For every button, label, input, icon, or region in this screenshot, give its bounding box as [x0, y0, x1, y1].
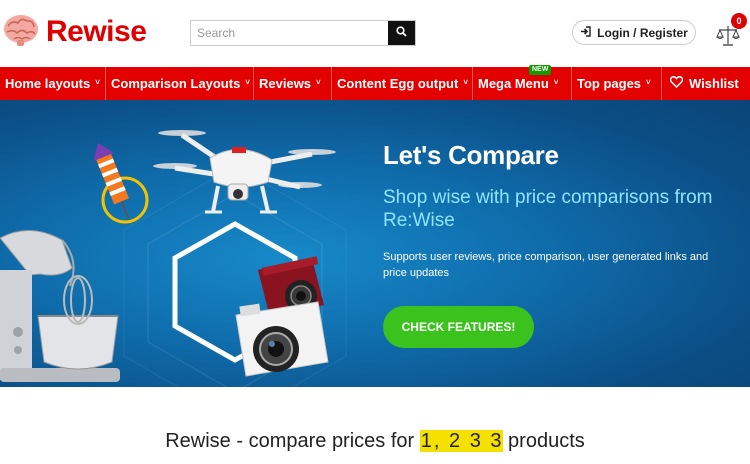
rocket-icon [93, 142, 149, 224]
white-camera-icon [235, 301, 329, 377]
count-digit [440, 430, 448, 452]
count-digit: 3 [489, 430, 503, 452]
count-digit: 3 [468, 430, 482, 452]
chevron-down-icon: ˅ [553, 77, 559, 87]
nav-item-label: Top pages [577, 76, 642, 91]
chevron-down-icon: ˅ [646, 77, 651, 87]
stats-suffix: products [502, 430, 585, 452]
hero-illustration [0, 130, 347, 387]
new-badge: NEW [529, 65, 552, 75]
check-features-button[interactable]: CHECK FEATURES! [383, 306, 534, 348]
search-icon [396, 24, 407, 42]
main-nav: Home layouts ˅ Comparison Layouts ˅ Revi… [0, 65, 750, 100]
nav-item-label: Home layouts [5, 76, 91, 91]
count-digit: 2 [448, 430, 462, 452]
heart-icon [669, 75, 689, 91]
chevron-down-icon: ˅ [95, 77, 100, 87]
hero-description: Supports user reviews, price comparison,… [383, 251, 709, 279]
hero-banner: Let's Compare Shop wise with price compa… [0, 100, 750, 387]
site-header: Rewise Login / Register 0 [0, 0, 750, 67]
nav-item-label: Wishlist [689, 76, 739, 91]
site-logo[interactable]: Rewise [2, 12, 147, 51]
brain-icon [2, 12, 40, 51]
stats-prefix: Rewise - compare prices for [165, 430, 420, 452]
hero-subtitle: Shop wise with price comparisons from Re… [383, 187, 713, 231]
logo-text: Rewise [46, 14, 147, 48]
drone-icon [153, 130, 336, 214]
count-digit: 1 [419, 430, 433, 452]
chevron-down-icon: ˅ [463, 77, 468, 87]
nav-item-label: Mega Menu [478, 76, 549, 91]
sign-in-icon [580, 25, 597, 40]
nav-item-label: Comparison Layouts [111, 76, 241, 91]
product-count-heading: Rewise - compare prices for 1, 2 3 3 pro… [0, 430, 750, 453]
compare-button[interactable]: 0 [716, 13, 747, 48]
nav-item-top-pages[interactable]: Top pages ˅ [572, 67, 662, 100]
stand-mixer-icon [0, 229, 120, 382]
chevron-down-icon: ˅ [245, 77, 250, 87]
nav-item-label: Content Egg output [337, 76, 459, 91]
nav-item-comparison-layouts[interactable]: Comparison Layouts ˅ [106, 67, 254, 100]
login-label: Login / Register [597, 25, 688, 40]
login-register-button[interactable]: Login / Register [572, 20, 696, 45]
chevron-down-icon: ˅ [316, 77, 321, 87]
count-digit [461, 430, 469, 452]
search-button[interactable] [388, 21, 415, 45]
nav-item-label: Reviews [259, 76, 312, 91]
nav-item-content-egg-output[interactable]: Content Egg output ˅ [332, 67, 473, 100]
nav-item-mega-menu[interactable]: NEW Mega Menu ˅ [473, 65, 572, 100]
search-bar [190, 20, 416, 46]
nav-item-home-layouts[interactable]: Home layouts ˅ [0, 67, 106, 100]
compare-count-badge: 0 [731, 13, 747, 29]
hero-title: Let's Compare [383, 140, 559, 170]
search-input[interactable] [191, 21, 388, 45]
nav-item-wishlist[interactable]: Wishlist [662, 67, 750, 100]
nav-item-reviews[interactable]: Reviews ˅ [254, 67, 332, 100]
